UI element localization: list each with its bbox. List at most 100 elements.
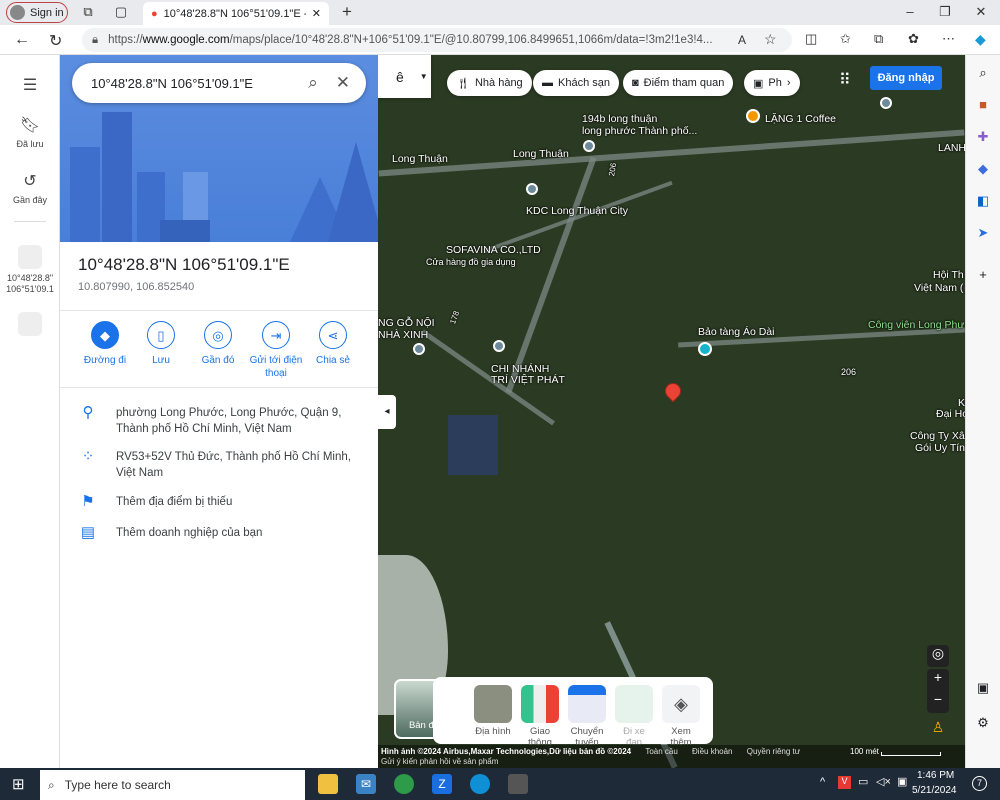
send-to-phone-button[interactable]: ⇥ Gửi tới điện thoại: [247, 321, 305, 380]
clear-search-icon[interactable]: ✕: [336, 73, 350, 93]
my-location-button[interactable]: ◎: [927, 645, 949, 667]
chip-label: Khách sạn: [558, 77, 610, 89]
recent-place-item[interactable]: 10°48'28.8" 106°51'09.1: [0, 245, 60, 295]
layer-transit[interactable]: Chuyển tuyến: [567, 685, 607, 748]
add-icon[interactable]: +: [975, 267, 991, 282]
search-icon[interactable]: ⌕: [308, 73, 318, 93]
zoom-in-button[interactable]: +: [927, 669, 949, 691]
menu-button[interactable]: ☰: [0, 75, 60, 99]
add-business-row[interactable]: ▤ Thêm doanh nghiệp của bạn: [60, 525, 378, 541]
recent-button[interactable]: ↺ Gần đây: [0, 171, 60, 205]
minimize-icon[interactable]: –: [903, 5, 917, 19]
tab-google-maps[interactable]: ● 10°48'28.8"N 106°51'09.1"E - Goo ✕: [143, 2, 329, 25]
search-icon[interactable]: ⌕: [975, 65, 991, 81]
windows-start-icon[interactable]: ⊞: [12, 775, 25, 793]
tab-actions-icon[interactable]: ▢: [114, 5, 128, 19]
new-tab-icon[interactable]: +: [340, 3, 354, 20]
shopping-icon[interactable]: ■: [975, 97, 991, 112]
extensions-icon[interactable]: ✿: [908, 31, 919, 47]
notification-badge[interactable]: 7: [972, 776, 987, 791]
map-pin-icon[interactable]: [583, 140, 595, 152]
sidebar-layout-icon[interactable]: ▣: [975, 680, 991, 696]
settings-icon[interactable]: ⚙: [975, 715, 991, 731]
chip-transit[interactable]: ▣ Ph ›: [744, 70, 800, 96]
collapse-panel-button[interactable]: ◂: [378, 395, 396, 429]
read-aloud-icon[interactable]: A: [738, 33, 746, 47]
url-input[interactable]: 🔒︎ https://www.google.com/maps/place/10°4…: [82, 28, 792, 52]
close-tab-icon[interactable]: ✕: [312, 7, 321, 20]
privacy-link[interactable]: Quyền riêng tư: [747, 747, 800, 756]
address-row[interactable]: ⚲ phường Long Phước, Long Phước, Quận 9, …: [60, 405, 378, 437]
zalo-icon[interactable]: Z: [432, 774, 452, 794]
feedback-link[interactable]: Gửi ý kiến phản hồi về sản phẩm: [381, 757, 498, 766]
favorite-star-icon[interactable]: ☆: [764, 31, 777, 48]
layer-biking[interactable]: Đi xe đạp: [614, 685, 654, 748]
copilot-icon[interactable]: ◆: [975, 31, 986, 48]
map-pin-icon[interactable]: [526, 183, 538, 195]
share-icon: ⋖: [319, 321, 347, 349]
layer-traffic[interactable]: Giao thông: [520, 685, 560, 748]
chip-hotels[interactable]: ▬ Khách sạn: [533, 70, 619, 96]
sign-in-button[interactable]: Sign in: [6, 2, 68, 23]
street-view-pegman-icon[interactable]: ♙: [927, 719, 949, 741]
nearby-button[interactable]: ◎ Gần đó: [190, 321, 246, 367]
clock-date[interactable]: 5/21/2024: [912, 785, 957, 796]
map-pin-icon[interactable]: [413, 343, 425, 355]
copilot-icon[interactable]: ◆: [975, 161, 991, 177]
layer-terrain[interactable]: Địa hình: [473, 685, 513, 737]
close-window-icon[interactable]: ✕: [974, 5, 988, 19]
zoom-out-button[interactable]: −: [927, 691, 949, 713]
cafe-pin-icon[interactable]: [746, 109, 760, 123]
taskbar-search[interactable]: ⌕ Type here to search: [40, 770, 305, 800]
more-icon[interactable]: ⋯: [942, 31, 955, 47]
apps-grid-icon[interactable]: ⠿: [839, 70, 851, 90]
directions-button[interactable]: ◆ Đường đi: [77, 321, 133, 367]
museum-pin-icon[interactable]: [698, 342, 712, 356]
chevron-right-icon[interactable]: ›: [787, 77, 791, 89]
location-marker-icon[interactable]: [661, 379, 685, 403]
chip-attractions[interactable]: ◙ Điểm tham quan: [623, 70, 734, 96]
scale-label[interactable]: 100 mét: [850, 747, 879, 757]
satellite-map[interactable]: ê ▼ 🍴︎ Nhà hàng ▬ Khách sạn ◙ Điểm tham quan…: [378, 55, 965, 768]
layer-more[interactable]: ◈ Xem thêm: [661, 685, 701, 748]
restore-icon[interactable]: ❐: [938, 5, 952, 19]
global-link[interactable]: Toàn cầu: [645, 747, 677, 756]
collections-icon[interactable]: ⧉: [874, 31, 883, 47]
workspaces-icon[interactable]: ⧉: [81, 5, 95, 19]
terms-link[interactable]: Điều khoản: [692, 747, 732, 756]
search-box[interactable]: 10°48'28.8"N 106°51'09.1"E ⌕ ✕: [72, 63, 366, 103]
tray-chevron-icon[interactable]: ^: [820, 776, 825, 788]
telegram-icon[interactable]: ➤: [975, 225, 991, 241]
mail-icon[interactable]: ✉: [356, 774, 376, 794]
vivaldi-tray-icon[interactable]: V: [838, 776, 851, 789]
add-place-text: Thêm địa điểm bị thiếu: [116, 496, 233, 508]
refresh-icon[interactable]: ↻: [49, 31, 62, 51]
network-icon[interactable]: ▭: [858, 775, 868, 788]
app-icon[interactable]: [508, 774, 528, 794]
file-explorer-icon[interactable]: [318, 774, 338, 794]
plus-code-text: RV53+52V Thủ Đức, Thành phố Hồ Chí Minh,…: [116, 451, 351, 479]
language-button[interactable]: ê ▼: [378, 55, 431, 98]
outlook-icon[interactable]: ◧: [975, 193, 991, 209]
road-label: 206: [841, 367, 857, 377]
add-missing-place-row[interactable]: ⚑ Thêm địa điểm bị thiếu: [60, 494, 378, 510]
map-pin-icon[interactable]: [880, 97, 892, 109]
favorites-icon[interactable]: ✩: [840, 31, 851, 47]
clock-time[interactable]: 1:46 PM: [917, 770, 954, 781]
share-button[interactable]: ⋖ Chia sẻ: [305, 321, 361, 367]
recent-place-item-2[interactable]: [0, 312, 60, 336]
chip-restaurants[interactable]: 🍴︎ Nhà hàng: [447, 70, 532, 96]
map-pin-icon[interactable]: [493, 340, 505, 352]
chrome-icon[interactable]: [394, 774, 414, 794]
split-screen-icon[interactable]: ◫: [805, 31, 817, 47]
tray-app-icon[interactable]: ▣: [897, 775, 907, 788]
saved-button[interactable]: 🔖︎ Đã lưu: [0, 115, 60, 149]
tools-icon[interactable]: ✚: [975, 129, 991, 145]
edge-icon[interactable]: [470, 774, 490, 794]
plus-code-row[interactable]: ⁘ RV53+52V Thủ Đức, Thành phố Hồ Chí Minh…: [60, 449, 378, 481]
search-input[interactable]: 10°48'28.8"N 106°51'09.1"E: [91, 76, 290, 91]
volume-muted-icon[interactable]: ◁×: [876, 775, 891, 788]
save-button[interactable]: ▯ Lưu: [133, 321, 189, 367]
sign-in-button[interactable]: Đăng nhập: [870, 66, 942, 90]
back-icon[interactable]: ←: [14, 31, 30, 49]
